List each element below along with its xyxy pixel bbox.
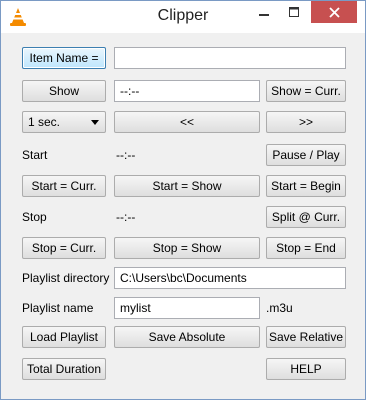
stop-equals-current-button[interactable]: Stop = Curr.: [22, 237, 106, 259]
close-button[interactable]: [311, 1, 357, 23]
pause-play-button[interactable]: Pause / Play: [266, 144, 346, 166]
start-label: Start: [22, 148, 48, 162]
step-back-button[interactable]: <<: [114, 111, 260, 133]
stop-time-value: --:--: [116, 210, 136, 224]
save-relative-button[interactable]: Save Relative: [266, 326, 346, 348]
step-size-select[interactable]: 1 sec.: [22, 111, 106, 133]
minimize-icon: [259, 14, 269, 16]
start-equals-show-button[interactable]: Start = Show: [114, 175, 260, 197]
start-equals-begin-button[interactable]: Start = Begin: [266, 175, 346, 197]
item-name-button[interactable]: Item Name =: [22, 47, 106, 69]
title-bar: Clipper: [1, 1, 365, 33]
show-button[interactable]: Show: [22, 80, 106, 102]
playlist-directory-label: Playlist directory: [22, 271, 110, 285]
help-button[interactable]: HELP: [266, 358, 346, 380]
split-at-current-button[interactable]: Split @ Curr.: [266, 206, 346, 228]
minimize-button[interactable]: [249, 1, 279, 23]
step-forward-button[interactable]: >>: [266, 111, 346, 133]
show-time-field[interactable]: --:--: [114, 80, 260, 102]
step-size-value: 1 sec.: [28, 115, 61, 129]
maximize-icon: [289, 7, 299, 17]
stop-label: Stop: [22, 210, 47, 224]
stop-equals-show-button[interactable]: Stop = Show: [114, 237, 260, 259]
playlist-name-label: Playlist name: [22, 301, 94, 315]
total-duration-button[interactable]: Total Duration: [22, 358, 106, 380]
playlist-extension-label: .m3u: [266, 301, 293, 315]
start-time-value: --:--: [116, 148, 136, 162]
close-icon: [328, 6, 340, 18]
maximize-button[interactable]: [279, 1, 309, 23]
item-name-field[interactable]: [114, 47, 346, 69]
stop-equals-end-button[interactable]: Stop = End: [266, 237, 346, 259]
playlist-name-field[interactable]: mylist: [114, 297, 260, 319]
load-playlist-button[interactable]: Load Playlist: [22, 326, 106, 348]
clipper-window: Clipper Item Name = Show --:-- Show = Cu…: [0, 0, 366, 400]
chevron-down-icon: [91, 120, 99, 125]
save-absolute-button[interactable]: Save Absolute: [114, 326, 260, 348]
playlist-directory-field[interactable]: C:\Users\bc\Documents: [114, 267, 346, 289]
start-equals-current-button[interactable]: Start = Curr.: [22, 175, 106, 197]
show-equals-current-button[interactable]: Show = Curr.: [266, 80, 346, 102]
